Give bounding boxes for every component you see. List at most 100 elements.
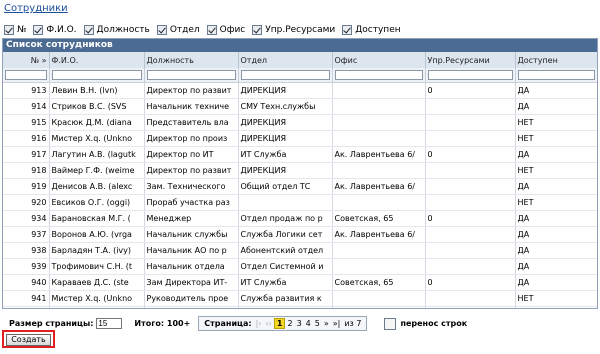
column-header-5[interactable]: Упр.Ресурсами: [425, 52, 516, 68]
column-filter-input[interactable]: [427, 70, 513, 80]
list-title: Список сотрудников: [3, 39, 597, 52]
column-filter-label: Ф.И.О.: [46, 25, 77, 35]
table-cell: НЕТ: [515, 130, 597, 147]
column-filter-input[interactable]: [146, 70, 236, 80]
page-size-input[interactable]: [96, 318, 123, 329]
table-row[interactable]: 918 Ваймер Г.Ф. (weime Директор по развит Д…: [3, 162, 597, 179]
create-button[interactable]: Создать: [6, 334, 51, 346]
table-cell: Общий отдел ТС: [238, 178, 333, 195]
table-row[interactable]: 942Левшаков М.Н. (LevНачальник отделаОтд…: [3, 306, 597, 308]
column-header-0[interactable]: № »: [3, 52, 50, 68]
column-filter-checkbox[interactable]: [342, 25, 353, 35]
column-filter-5[interactable]: Упр.Ресурсами: [252, 25, 335, 35]
column-header-2[interactable]: Должность: [144, 52, 239, 68]
column-header-3[interactable]: Отдел: [238, 52, 333, 68]
table-row[interactable]: 917 Лагутин А.В. (lagutk Директор по ИТ ИТ …: [3, 146, 597, 163]
column-filter-checkbox[interactable]: [156, 25, 167, 35]
column-filters: № Ф.И.О. Должность Отдел Офис Упр.Ресурсами До…: [4, 22, 408, 38]
column-filter-input[interactable]: [51, 70, 142, 80]
table-cell: НЕТ: [515, 290, 597, 307]
column-filter-1[interactable]: Ф.И.О.: [33, 25, 77, 35]
page-size-label: Размер страницы:: [9, 319, 94, 328]
employee-table: № » Ф.И.О. Должность Отдел Офис Упр.Ресурсами…: [3, 52, 597, 308]
next-page-button[interactable]: »: [322, 319, 331, 328]
page-link[interactable]: 3: [295, 319, 304, 328]
table-cell: Левшаков М.Н. (Lev: [49, 306, 145, 308]
table-cell: Ак. Лаврентьева 6/: [332, 178, 426, 195]
filter-cell: [3, 68, 50, 83]
table-cell: Советская, 65: [332, 274, 426, 291]
column-header-6[interactable]: Доступен: [515, 52, 597, 68]
table-cell: Ваймер Г.Ф. (weime: [49, 162, 145, 179]
table-cell: [425, 130, 516, 147]
table-cell: 917: [3, 146, 50, 163]
table-row[interactable]: 941 Мистер Х.q. (Unkno Руководитель прое Сл…: [3, 290, 597, 307]
table-cell: Евсиков О.Г. (oggi): [49, 194, 145, 211]
page-link[interactable]: 4: [304, 319, 313, 328]
table-row[interactable]: 938 Барладян Т.А. (ivy) Начальник АО по рА…: [3, 242, 597, 259]
column-filter-input[interactable]: [5, 70, 47, 80]
column-header-1[interactable]: Ф.И.О.: [49, 52, 145, 68]
table-row[interactable]: 913 Левин В.Н. (lvn) Директор по развит ДИР…: [3, 82, 597, 99]
table-cell: 0: [425, 146, 516, 163]
column-filter-checkbox[interactable]: [252, 25, 263, 35]
table-row[interactable]: 914 Стриков В.С. (SVS Начальник техниче СМУ…: [3, 98, 597, 115]
column-filter-2[interactable]: Должность: [83, 25, 150, 35]
column-filter-label: Доступен: [355, 25, 401, 35]
page-link[interactable]: 1: [273, 318, 286, 329]
table-cell: Служба развития к: [238, 290, 333, 307]
table-row[interactable]: 920 Евсиков О.Г. (oggi) Прораб участка раз…: [3, 194, 597, 211]
table-row[interactable]: 940 Караваев Д.С. (ste Зам Директора ИТ- ИТ…: [3, 274, 597, 291]
column-filter-input[interactable]: [240, 70, 330, 80]
filter-cell: [144, 68, 239, 83]
column-filter-checkbox[interactable]: [33, 25, 44, 35]
table-cell: Стриков В.С. (SVS: [49, 98, 145, 115]
table-cell: [332, 242, 426, 259]
column-filter-checkbox[interactable]: [4, 25, 14, 35]
table-cell: Отдел продаж по р: [238, 210, 333, 227]
table-cell: Мистер Х.q. (Unkno: [49, 290, 145, 307]
table-cell: 0: [425, 210, 516, 227]
table-cell: 939: [3, 258, 50, 275]
column-filter-checkbox[interactable]: [83, 25, 94, 35]
table-cell: Барановская М.Г. (: [49, 210, 145, 227]
prev-page-button[interactable]: ‹‹: [263, 319, 273, 328]
column-filter-input[interactable]: [334, 70, 423, 80]
last-page-button[interactable]: »|: [331, 319, 343, 328]
table-row[interactable]: 919 Денисов А.В. (alexc Зам. Технического О…: [3, 178, 597, 195]
table-cell: Менеджер: [144, 210, 239, 227]
table-row[interactable]: 915 Красюк Д.М. (diana Представитель вла ДИ…: [3, 114, 597, 131]
table-cell: ДИРЕКЦИЯ: [238, 114, 333, 131]
table-row[interactable]: 939 Трофимович С.Н. (t Начальник отдела Отд…: [3, 258, 597, 275]
first-page-button[interactable]: |‹: [254, 319, 264, 328]
table-cell: 920: [3, 194, 50, 211]
table-row[interactable]: 916 Мистер Х.q. (Unkno Директор по произ ДИ…: [3, 130, 597, 147]
table-cell: 916: [3, 130, 50, 147]
column-filter-0[interactable]: №: [4, 25, 26, 35]
table-cell: Красюк Д.М. (diana: [49, 114, 145, 131]
column-filter-4[interactable]: Офис: [206, 25, 245, 35]
table-row[interactable]: 934 Барановская М.Г. (Менеджер Отдел прода…: [3, 210, 597, 227]
column-filter-checkbox[interactable]: [206, 25, 217, 35]
page-title[interactable]: Сотрудники: [4, 3, 68, 14]
table-cell: 938: [3, 242, 50, 259]
column-filter-6[interactable]: Доступен: [342, 25, 401, 35]
create-button-highlight: Создать: [2, 330, 55, 348]
page-link[interactable]: 5: [313, 319, 322, 328]
table-row[interactable]: 937 Воронов А.Ю. (vrga Начальник службы Слу…: [3, 226, 597, 243]
table-cell: 918: [3, 162, 50, 179]
table-cell: Левин В.Н. (lvn): [49, 82, 145, 99]
wrap-lines-checkbox[interactable]: [384, 317, 397, 330]
column-header-4[interactable]: Офис: [332, 52, 426, 68]
page-link[interactable]: 2: [285, 319, 294, 328]
table-cell: 940: [3, 274, 50, 291]
table-cell: ИТ Служба: [238, 274, 333, 291]
table-cell: НЕТ: [515, 162, 597, 179]
table-cell: 913: [3, 82, 50, 99]
table-cell: 915: [3, 114, 50, 131]
wrap-lines-toggle[interactable]: перенос строк: [384, 317, 467, 330]
column-filter-input[interactable]: [517, 70, 595, 80]
column-filter-3[interactable]: Отдел: [156, 25, 200, 35]
table-cell: [425, 162, 516, 179]
table-footer: Размер страницы: Итого: 100+ Страница: |…: [9, 316, 467, 331]
